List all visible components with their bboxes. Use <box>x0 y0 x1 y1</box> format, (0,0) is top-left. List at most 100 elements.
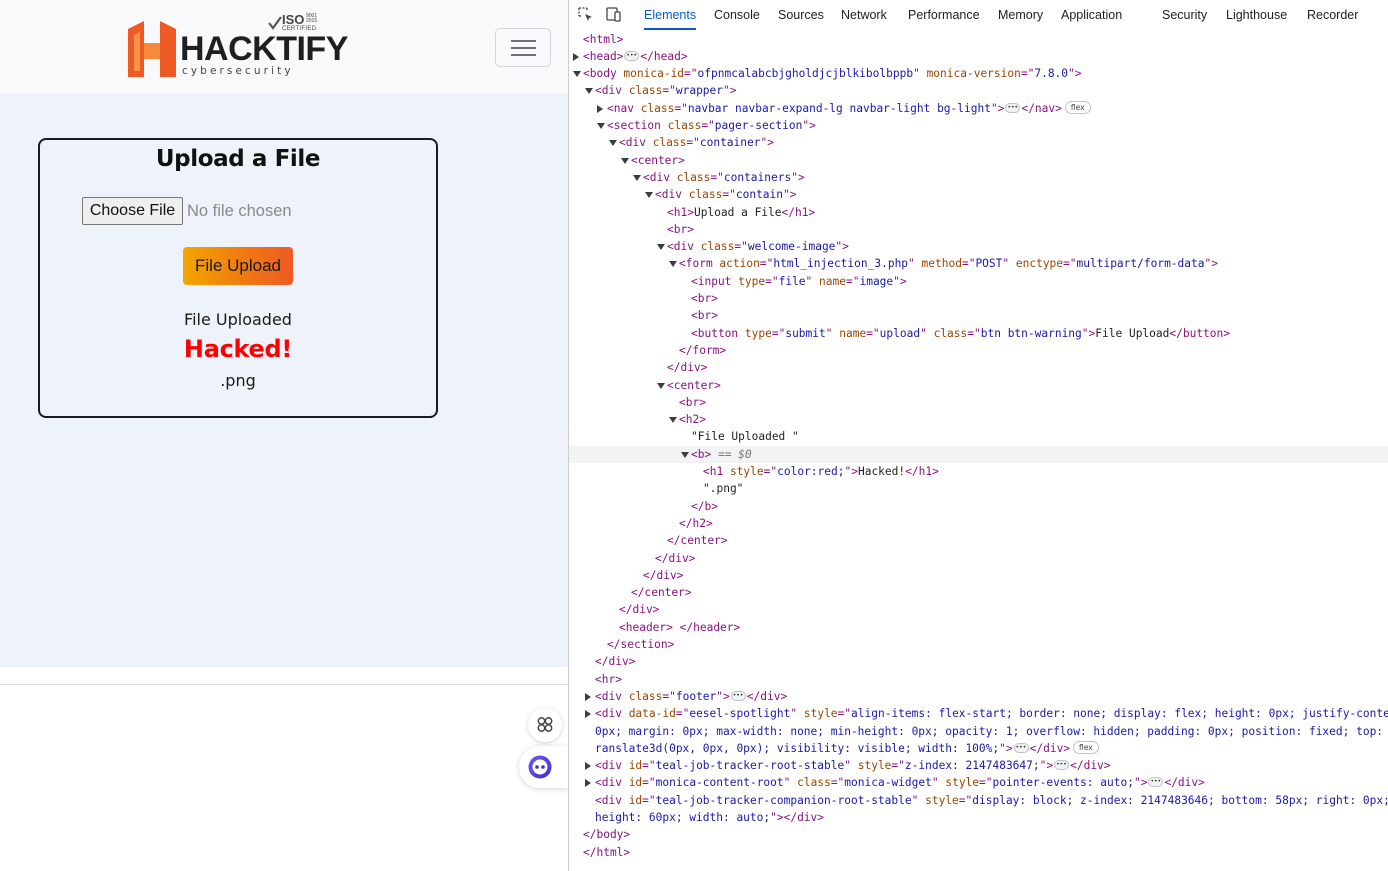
dom-node-line[interactable]: </center> <box>569 532 1388 549</box>
dom-node-line[interactable]: <div class="container"> <box>569 134 1388 151</box>
dom-token: file <box>778 274 806 288</box>
expand-arrow-down-icon[interactable] <box>645 192 653 199</box>
dom-node-line[interactable]: <head> </head> <box>569 48 1388 65</box>
collapsed-ellipsis-icon[interactable] <box>1005 100 1021 117</box>
tab-application[interactable]: Application <box>1061 0 1122 30</box>
dom-node-line[interactable]: </div> <box>569 359 1388 376</box>
expand-arrow-right-icon[interactable] <box>585 762 591 771</box>
expand-arrow-down-icon[interactable] <box>621 157 629 164</box>
dom-node-line[interactable]: <section class="pager-section"> <box>569 117 1388 134</box>
dom-node-line[interactable]: <h1 style="color:red;">Hacked!</h1> <box>569 463 1388 480</box>
tab-lighthouse[interactable]: Lighthouse <box>1226 0 1287 30</box>
dom-node-markup: </b> <box>691 498 718 515</box>
dom-node-line[interactable]: <div data-id="eesel-spotlight" style="al… <box>569 705 1388 722</box>
dom-node-line[interactable]: </b> <box>569 498 1388 515</box>
floating-apps-button[interactable] <box>528 708 562 742</box>
dom-node-line[interactable]: <div class="contain"> <box>569 186 1388 203</box>
dom-node-line[interactable]: ranslate3d(0px, 0px, 0px); visibility: v… <box>569 740 1388 757</box>
dom-node-line[interactable]: <div class="wrapper"> <box>569 82 1388 99</box>
dom-node-line[interactable]: <div class="footer"> </div> <box>569 688 1388 705</box>
dom-token: =" <box>837 707 852 721</box>
tab-performance[interactable]: Performance <box>908 0 980 30</box>
dom-node-line[interactable]: </form> <box>569 342 1388 359</box>
tab-memory[interactable]: Memory <box>998 0 1043 30</box>
expand-arrow-down-icon[interactable] <box>609 140 617 147</box>
tab-console[interactable]: Console <box>714 0 760 30</box>
dom-node-line[interactable]: ".png" <box>569 480 1388 497</box>
dom-token: </form> <box>679 343 727 357</box>
collapsed-ellipsis-icon[interactable] <box>730 688 746 705</box>
expand-arrow-right-icon[interactable] <box>585 710 591 719</box>
device-toolbar-icon[interactable] <box>605 6 622 23</box>
dom-node-line[interactable]: "File Uploaded " <box>569 428 1388 445</box>
dom-node-line[interactable]: <br> <box>569 221 1388 238</box>
dom-node-line[interactable]: <hr> <box>569 671 1388 688</box>
dom-node-line[interactable]: <body monica-id="ofpnmcalabcbjgholdjcjbl… <box>569 65 1388 82</box>
dom-node-line[interactable]: <form action="html_injection_3.php" meth… <box>569 255 1388 272</box>
floating-assistant-button[interactable] <box>519 746 568 788</box>
dom-node-line[interactable]: <center> <box>569 377 1388 394</box>
expand-arrow-right-icon[interactable] <box>585 692 591 701</box>
expand-arrow-down-icon[interactable] <box>585 88 593 95</box>
expand-arrow-down-icon[interactable] <box>669 417 677 424</box>
dom-node-line[interactable]: </div> <box>569 567 1388 584</box>
expand-arrow-down-icon[interactable] <box>681 451 689 458</box>
expand-arrow-down-icon[interactable] <box>669 261 677 268</box>
file-upload-button[interactable]: File Upload <box>183 247 293 285</box>
dom-node-line[interactable]: <br> <box>569 290 1388 307</box>
tab-elements[interactable]: Elements <box>644 0 697 30</box>
hacktify-logo[interactable]: HACKTIFY cybersecurity ISO 9001 2015 CER… <box>126 13 348 81</box>
collapsed-ellipsis-icon[interactable] <box>1013 740 1029 757</box>
expand-arrow-right-icon[interactable] <box>597 104 603 113</box>
dom-node-line[interactable]: <center> <box>569 152 1388 169</box>
dom-node-line[interactable]: <br> <box>569 394 1388 411</box>
expand-arrow-down-icon[interactable] <box>597 123 605 129</box>
dom-node-line[interactable]: <button type="submit" name="upload" clas… <box>569 325 1388 342</box>
tab-network[interactable]: Network <box>841 0 887 30</box>
dom-node-line[interactable]: <br> <box>569 307 1388 324</box>
dom-node-line[interactable]: height: 60px; width: auto;"></div> <box>569 809 1388 826</box>
expand-arrow-right-icon[interactable] <box>573 52 579 61</box>
dom-node-line[interactable]: </h2> <box>569 515 1388 532</box>
dom-token: </div> <box>1070 759 1111 773</box>
dom-node-line[interactable]: </center> <box>569 584 1388 601</box>
dom-node-line[interactable]: </div> <box>569 550 1388 567</box>
expand-arrow-right-icon[interactable] <box>585 779 591 788</box>
dom-node-line[interactable]: <div class="containers"> <box>569 169 1388 186</box>
dom-node-line[interactable]: <div id="teal-job-tracker-companion-root… <box>569 792 1388 809</box>
tab-sources[interactable]: Sources <box>778 0 824 30</box>
dom-token: <nav <box>607 101 641 115</box>
dom-node-markup: </div> <box>619 601 659 618</box>
expand-arrow-down-icon[interactable] <box>657 244 665 251</box>
dom-node-line[interactable]: <nav class="navbar navbar-expand-lg navb… <box>569 100 1388 117</box>
dom-node-line[interactable]: <html> <box>569 31 1388 48</box>
dom-node-line[interactable]: </div> <box>569 653 1388 670</box>
collapsed-ellipsis-icon[interactable] <box>1054 757 1070 774</box>
dom-node-line[interactable]: </div> <box>569 601 1388 618</box>
dom-node-line[interactable]: </section> <box>569 636 1388 653</box>
expand-arrow-down-icon[interactable] <box>633 174 641 181</box>
dom-node-line[interactable]: <b> == $0 <box>569 445 1388 463</box>
inspect-element-icon[interactable] <box>577 6 594 23</box>
dom-node-line[interactable]: <header> </header> <box>569 619 1388 636</box>
dom-node-line[interactable]: 0px; margin: 0px; max-width: none; min-h… <box>569 723 1388 740</box>
dom-node-line[interactable]: <div id="teal-job-tracker-root-stable" s… <box>569 757 1388 774</box>
collapsed-ellipsis-icon[interactable] <box>1148 774 1164 791</box>
dom-node-line[interactable]: </body> <box>569 826 1388 843</box>
tab-recorder[interactable]: Recorder <box>1307 0 1358 30</box>
dom-node-line[interactable]: <h2> <box>569 411 1388 428</box>
expand-arrow-down-icon[interactable] <box>657 382 665 389</box>
collapsed-ellipsis-icon[interactable] <box>624 48 640 65</box>
dom-node-line[interactable]: <div class="welcome-image"> <box>569 238 1388 255</box>
tab-security[interactable]: Security <box>1162 0 1207 30</box>
dom-node-line[interactable]: <div id="monica-content-root" class="mon… <box>569 774 1388 791</box>
flex-badge[interactable]: flex <box>1064 101 1091 115</box>
navbar-toggle-button[interactable] <box>495 28 551 67</box>
dom-node-line[interactable]: <input type="file" name="image"> <box>569 273 1388 290</box>
flex-badge[interactable]: flex <box>1073 741 1099 755</box>
choose-file-button[interactable]: Choose File <box>82 197 183 225</box>
dom-node-line[interactable]: </html> <box>569 844 1388 861</box>
dom-node-line[interactable]: <h1>Upload a File</h1> <box>569 204 1388 221</box>
expand-arrow-down-icon[interactable] <box>573 71 581 78</box>
dom-token: <br> <box>691 292 718 305</box>
